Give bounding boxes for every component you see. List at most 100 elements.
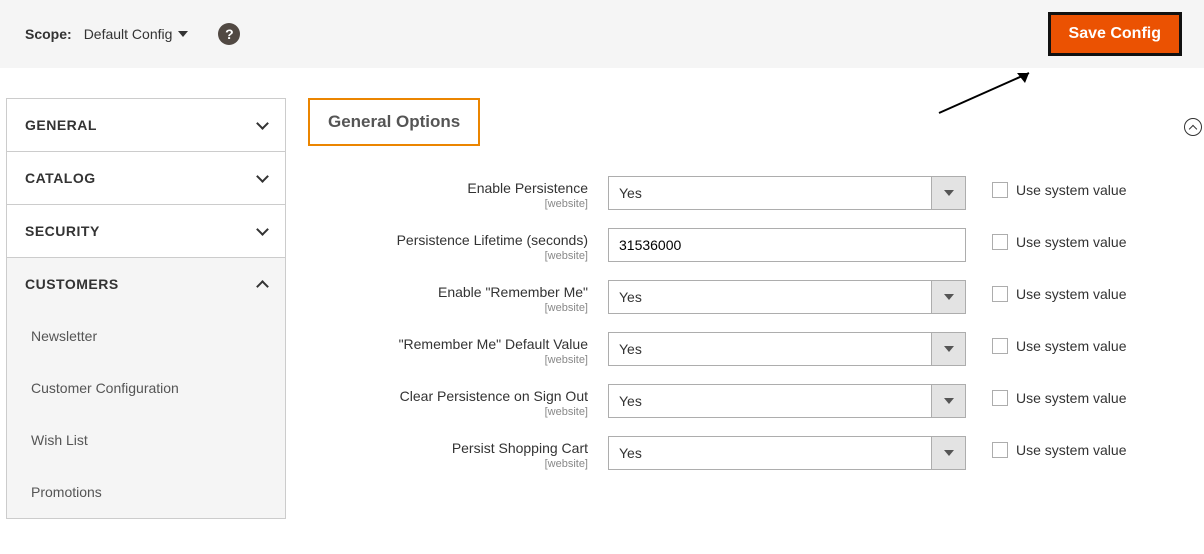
top-bar: Scope: Default Config ? Save Config [0,0,1204,68]
use-system-col: Use system value [992,384,1126,406]
chevron-up-icon [256,280,269,293]
select-value: Yes [608,436,932,470]
use-system-checkbox[interactable] [992,182,1008,198]
use-system-col: Use system value [992,176,1126,198]
field-input-col: Yes [608,280,966,314]
field-input-col: Yes [608,384,966,418]
sidebar-group-catalog[interactable]: CATALOG [6,151,286,204]
field-label: Persist Shopping Cart [308,440,588,456]
use-system-checkbox[interactable] [992,442,1008,458]
field-label-col: Clear Persistence on Sign Out [website] [308,384,608,418]
use-system-checkbox[interactable] [992,390,1008,406]
use-system-checkbox[interactable] [992,286,1008,302]
chevron-down-icon [178,31,188,37]
select-field[interactable]: Yes [608,436,966,470]
field-scope-tag: [website] [308,198,588,210]
field-scope-tag: [website] [308,250,588,262]
sidebar-group-security[interactable]: SECURITY [6,204,286,257]
select-dropdown-button[interactable] [932,436,966,470]
field-scope-tag: [website] [308,458,588,470]
field-input-col [608,228,966,262]
field-label: Persistence Lifetime (seconds) [308,232,588,248]
select-value: Yes [608,280,932,314]
help-icon[interactable]: ? [218,23,240,45]
use-system-col: Use system value [992,280,1126,302]
sidebar-group-label: CUSTOMERS [25,276,119,292]
use-system-col: Use system value [992,332,1126,354]
sidebar-group-general[interactable]: GENERAL [6,98,286,151]
sidebar-group-label: SECURITY [25,223,100,239]
use-system-label: Use system value [1016,338,1126,354]
field-scope-tag: [website] [308,302,588,314]
field-row: Enable Persistence [website] Yes Use system… [308,176,1182,210]
collapse-section-button[interactable] [1184,118,1202,136]
section-title: General Options [308,98,480,146]
field-label-col: Enable "Remember Me" [website] [308,280,608,314]
field-row: Persist Shopping Cart [website] Yes Use sys… [308,436,1182,470]
field-label-col: Persistence Lifetime (seconds) [website] [308,228,608,262]
use-system-label: Use system value [1016,286,1126,302]
sidebar-group-customers[interactable]: CUSTOMERS [6,257,286,310]
use-system-label: Use system value [1016,234,1126,250]
fields-container: Enable Persistence [website] Yes Use system… [308,176,1182,470]
field-label-col: Persist Shopping Cart [website] [308,436,608,470]
select-dropdown-button[interactable] [932,384,966,418]
use-system-checkbox[interactable] [992,234,1008,250]
chevron-down-icon [944,294,954,300]
sidebar: GENERAL CATALOG SECURITY CUSTOMERS Newsl… [6,98,286,519]
field-label: "Remember Me" Default Value [308,336,588,352]
use-system-label: Use system value [1016,442,1126,458]
use-system-label: Use system value [1016,182,1126,198]
chevron-down-icon [944,398,954,404]
chevron-down-icon [256,223,269,236]
field-input-col: Yes [608,176,966,210]
field-input-col: Yes [608,436,966,470]
field-label: Enable "Remember Me" [308,284,588,300]
scope-select[interactable]: Default Config [84,26,189,42]
field-label-col: "Remember Me" Default Value [website] [308,332,608,366]
content: General Options Enable Persistence [websi… [286,98,1204,519]
scope-label: Scope: [25,26,72,42]
field-row: "Remember Me" Default Value [website] Yes U… [308,332,1182,366]
text-input[interactable] [608,228,966,262]
chevron-down-icon [256,117,269,130]
field-input-col: Yes [608,332,966,366]
select-dropdown-button[interactable] [932,176,966,210]
sidebar-item-wish-list[interactable]: Wish List [7,414,285,466]
select-field[interactable]: Yes [608,384,966,418]
chevron-down-icon [944,190,954,196]
chevron-down-icon [944,346,954,352]
select-dropdown-button[interactable] [932,280,966,314]
main-area: GENERAL CATALOG SECURITY CUSTOMERS Newsl… [0,68,1204,519]
chevron-up-icon [1189,124,1197,132]
chevron-down-icon [256,170,269,183]
use-system-col: Use system value [992,228,1126,250]
save-config-button[interactable]: Save Config [1048,12,1182,56]
select-value: Yes [608,332,932,366]
field-scope-tag: [website] [308,354,588,366]
field-label-col: Enable Persistence [website] [308,176,608,210]
select-value: Yes [608,384,932,418]
chevron-down-icon [944,450,954,456]
sidebar-item-newsletter[interactable]: Newsletter [7,310,285,362]
sidebar-group-label: CATALOG [25,170,96,186]
sidebar-group-label: GENERAL [25,117,97,133]
field-row: Persistence Lifetime (seconds) [website] U… [308,228,1182,262]
use-system-checkbox[interactable] [992,338,1008,354]
field-scope-tag: [website] [308,406,588,418]
select-value: Yes [608,176,932,210]
sidebar-items-customers: Newsletter Customer Configuration Wish L… [6,310,286,519]
select-dropdown-button[interactable] [932,332,966,366]
field-label: Enable Persistence [308,180,588,196]
use-system-col: Use system value [992,436,1126,458]
field-label: Clear Persistence on Sign Out [308,388,588,404]
field-row: Enable "Remember Me" [website] Yes Use syst… [308,280,1182,314]
use-system-label: Use system value [1016,390,1126,406]
field-row: Clear Persistence on Sign Out [website] Ye… [308,384,1182,418]
select-field[interactable]: Yes [608,280,966,314]
select-field[interactable]: Yes [608,176,966,210]
sidebar-item-promotions[interactable]: Promotions [7,466,285,518]
scope-value: Default Config [84,26,173,42]
sidebar-item-customer-configuration[interactable]: Customer Configuration [7,362,285,414]
select-field[interactable]: Yes [608,332,966,366]
